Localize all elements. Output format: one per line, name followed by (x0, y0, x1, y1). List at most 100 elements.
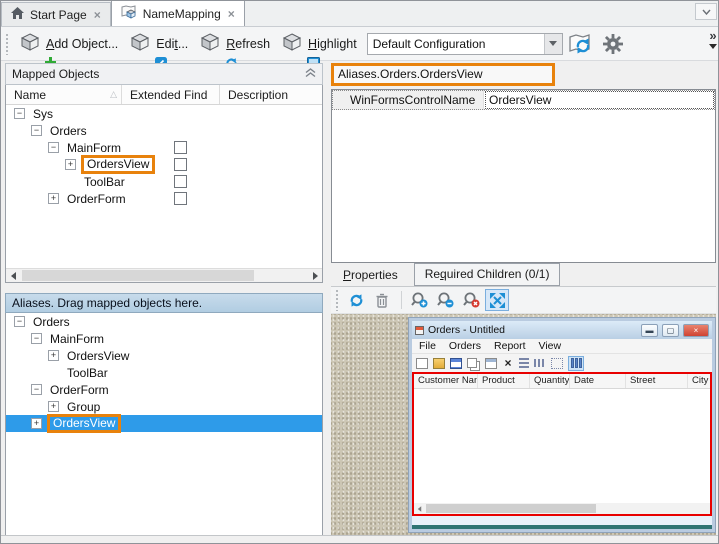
chevron-down-icon[interactable] (544, 34, 562, 54)
collapse-node-icon[interactable]: − (14, 108, 25, 119)
new-file-icon (416, 358, 428, 369)
minimize-icon: ▬ (641, 324, 658, 337)
menu-item: Orders (449, 340, 481, 352)
extended-find-checkbox[interactable] (174, 141, 187, 154)
collapse-node-icon[interactable]: − (48, 142, 59, 153)
collapse-node-icon[interactable]: − (31, 125, 42, 136)
tree-row-ordersview[interactable]: + OrdersView (6, 156, 322, 173)
tree-row-toolbar[interactable]: ToolBar (6, 364, 322, 381)
highlighted-node-label: OrdersView (47, 414, 121, 433)
maximize-icon: ▢ (662, 324, 679, 337)
column-header-description[interactable]: Description (220, 85, 322, 104)
selected-object-header: Aliases.Orders.OrdersView (331, 61, 716, 87)
close-icon[interactable]: × (227, 7, 236, 21)
column-header-extended-find[interactable]: Extended Find (122, 85, 220, 104)
property-value-cell[interactable]: OrdersView (484, 90, 715, 110)
update-namemapping-button[interactable] (567, 31, 595, 57)
extended-find-checkbox[interactable] (174, 175, 187, 188)
tree-row-toolbar[interactable]: ToolBar (6, 173, 322, 190)
tree-row-orders[interactable]: − Orders (6, 122, 322, 139)
selected-object-path: Aliases.Orders.OrdersView (331, 63, 555, 86)
zoom-reset-icon (463, 292, 480, 308)
button-label: Refresh (226, 37, 270, 51)
orders-status-bar (412, 516, 712, 525)
mapped-objects-header: Mapped Objects (5, 63, 323, 85)
orders-app-icon (415, 326, 424, 335)
expand-node-icon[interactable]: + (48, 401, 59, 412)
delete-image-button[interactable] (370, 289, 394, 311)
collapse-node-icon[interactable]: − (14, 316, 25, 327)
fit-to-window-button[interactable] (485, 289, 509, 311)
namemapping-icon (121, 5, 137, 22)
toolbar-grip[interactable] (5, 33, 9, 55)
button-label: Highlight (308, 37, 357, 51)
grid-icon (551, 358, 563, 369)
tab-start-page[interactable]: Start Page × (1, 2, 111, 26)
expand-node-icon[interactable]: + (48, 193, 59, 204)
orders-menu-bar: File Orders Report View (412, 339, 712, 354)
close-window-icon: × (683, 324, 709, 337)
highlighted-node-label: OrdersView (81, 155, 155, 174)
extended-find-checkbox[interactable] (174, 192, 187, 205)
mapped-tree-rows: − Sys − Orders − MainForm + OrdersView (6, 105, 322, 207)
tab-list-dropdown-button[interactable] (695, 3, 717, 20)
expand-node-icon[interactable]: + (31, 418, 42, 429)
close-icon[interactable]: × (93, 8, 102, 22)
tree-row-orderform[interactable]: − OrderForm (6, 381, 322, 398)
tree-row-sys[interactable]: − Sys (6, 105, 322, 122)
tab-namemapping[interactable]: NameMapping × (111, 0, 245, 26)
toolbar-separator (401, 291, 402, 309)
tree-row-orderform[interactable]: + OrderForm (6, 190, 322, 207)
configuration-select[interactable]: Default Configuration (367, 33, 563, 55)
property-row: WinFormsControlName OrdersView (332, 90, 715, 110)
collapse-node-icon[interactable]: − (31, 333, 42, 344)
delete-icon: × (502, 358, 514, 369)
extended-find-checkbox[interactable] (174, 158, 187, 171)
zoom-reset-button[interactable] (459, 289, 483, 311)
properties-icon (485, 358, 497, 369)
column-header-name[interactable]: Name △ (6, 85, 122, 104)
grid-column: Date (570, 374, 626, 388)
preview-toolbar (331, 287, 716, 314)
tab-properties[interactable]: Properties (343, 268, 398, 282)
panel-title: Aliases. Drag mapped objects here. (12, 296, 202, 310)
orders-grid-body (414, 389, 710, 503)
orders-grid-header: Customer Name Product Quantity Date Stre… (414, 374, 710, 389)
expand-node-icon[interactable]: + (48, 350, 59, 361)
property-name-cell: WinFormsControlName (332, 90, 484, 110)
scroll-right-icon[interactable] (308, 269, 322, 282)
tab-label: Start Page (30, 8, 87, 22)
collapse-node-icon[interactable]: − (31, 384, 42, 395)
cube-highlight-icon (282, 33, 304, 55)
zoom-in-button[interactable] (407, 289, 431, 311)
menu-item: Report (494, 340, 526, 352)
zoom-in-icon (411, 292, 428, 308)
tree-row-orders[interactable]: − Orders (6, 313, 322, 330)
zoom-out-button[interactable] (433, 289, 457, 311)
highlight-button[interactable]: Highlight (276, 31, 363, 57)
panel-title: Mapped Objects (12, 67, 99, 81)
settings-button[interactable] (599, 31, 627, 57)
tree-row-ordersview[interactable]: + OrdersView (6, 347, 322, 364)
grid-column: Customer Name (414, 374, 478, 388)
tree-row-ordersview-selected[interactable]: + OrdersView (6, 415, 322, 432)
expand-node-icon[interactable]: + (65, 159, 76, 170)
toolbar-grip[interactable] (335, 289, 339, 311)
horizontal-scrollbar[interactable] (6, 268, 322, 282)
toolbar-overflow-button[interactable]: » (709, 29, 717, 49)
tree-row-mainform[interactable]: − MainForm (6, 330, 322, 347)
app-window: Start Page × NameMapping × (0, 0, 719, 544)
refresh-button[interactable]: Refresh (194, 31, 276, 57)
tab-required-children[interactable]: Required Children (0/1) (414, 263, 561, 286)
tree-row-group[interactable]: + Group (6, 398, 322, 415)
refresh-icon (349, 293, 364, 308)
add-object-button[interactable]: Add Object... (14, 31, 124, 57)
edit-button[interactable]: Edit... (124, 31, 194, 57)
scroll-left-icon[interactable] (6, 269, 20, 282)
tree-column-headers: Name △ Extended Find Description (6, 85, 322, 105)
scrollbar-thumb[interactable] (22, 270, 254, 281)
tree-row-mainform[interactable]: − MainForm (6, 139, 322, 156)
grid-column: City (688, 374, 710, 388)
refresh-image-button[interactable] (344, 289, 368, 311)
collapse-panel-button[interactable] (305, 67, 316, 81)
